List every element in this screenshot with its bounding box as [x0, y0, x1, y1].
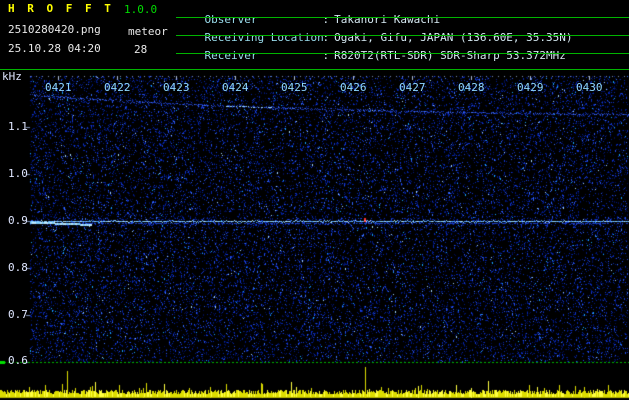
- xaxis-time-label: 0429: [517, 81, 544, 94]
- spectrogram-canvas: [0, 70, 629, 400]
- app-version: 1.0.0: [124, 3, 158, 16]
- separator-line: [176, 53, 629, 54]
- xaxis-time-label: 0426: [340, 81, 367, 94]
- app-title: H R O F F T: [8, 2, 114, 15]
- yaxis-tick-label: 1.0: [8, 167, 28, 180]
- separator-line: [176, 35, 629, 36]
- yaxis-unit-label: kHz: [2, 70, 22, 83]
- xaxis-time-label: 0421: [45, 81, 72, 94]
- xaxis-time-label: 0422: [104, 81, 131, 94]
- yaxis-tick-label: 0.8: [8, 261, 28, 274]
- echo-count: 28: [134, 43, 148, 56]
- yaxis-tick-label: 1.1: [8, 120, 28, 133]
- yaxis-tick-label: 0.7: [8, 308, 28, 321]
- mode-label: meteor: [128, 25, 168, 38]
- observation-datetime: 25.10.28 04:20: [8, 42, 101, 55]
- xaxis-time-label: 0427: [399, 81, 426, 94]
- xaxis-time-label: 0423: [163, 81, 190, 94]
- yaxis-tick-label: 0.9: [8, 214, 28, 227]
- xaxis-time-label: 0430: [576, 81, 603, 94]
- xaxis-time-label: 0428: [458, 81, 485, 94]
- output-filename: 2510280420.png: [8, 23, 101, 36]
- yaxis-tick-label: 0.6: [8, 354, 28, 367]
- xaxis-time-label: 0424: [222, 81, 249, 94]
- separator-line: [176, 17, 629, 18]
- xaxis-time-label: 0425: [281, 81, 308, 94]
- hrofft-screenshot: H R O F F T 1.0.0 2510280420.png meteor …: [0, 0, 629, 400]
